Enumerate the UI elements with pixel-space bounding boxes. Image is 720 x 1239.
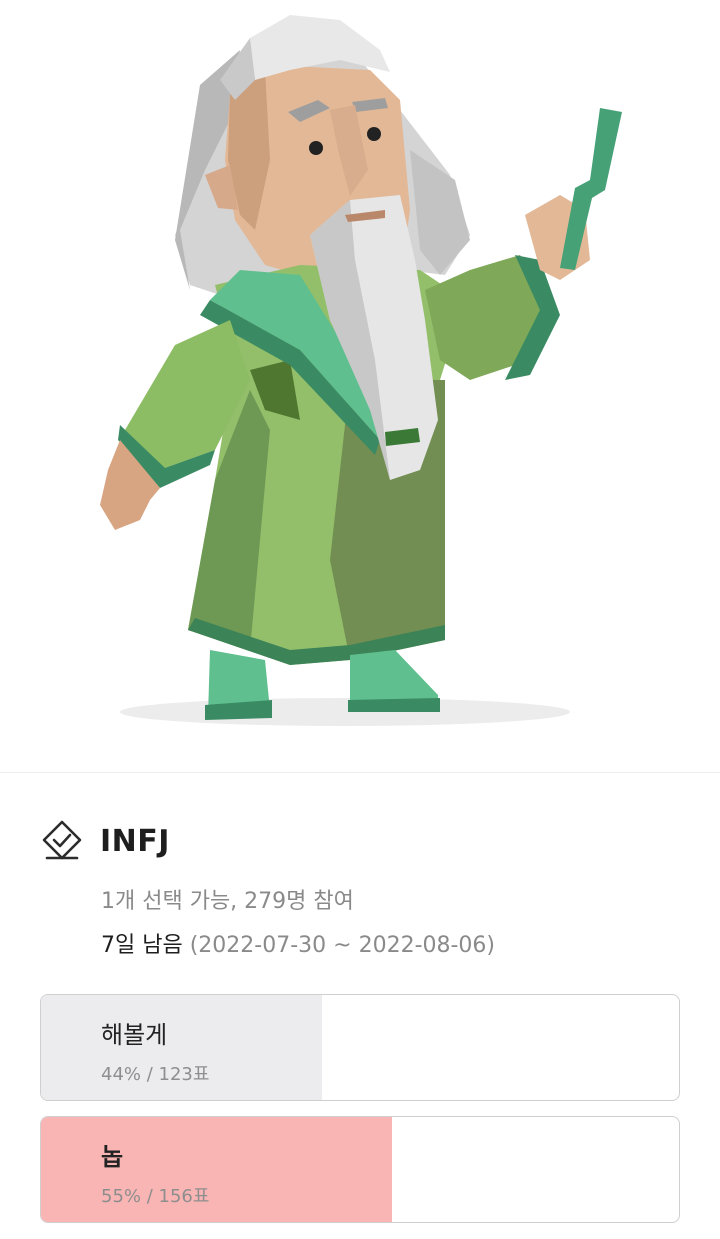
poll-period: (2022-07-30 ~ 2022-08-06) <box>189 933 496 958</box>
option-result: 44% / 123표 <box>101 1064 210 1085</box>
poll-deadline: 7일 남음 (2022-07-30 ~ 2022-08-06) <box>101 927 495 959</box>
poll-option[interactable]: 놉 55% / 156표 <box>40 1116 680 1223</box>
option-label: 해볼게 <box>101 1021 168 1049</box>
poll-title: INFJ <box>100 823 170 859</box>
poll-option[interactable]: 해볼게 44% / 123표 <box>40 994 680 1101</box>
option-label: 놉 <box>101 1143 124 1171</box>
option-progress-fill <box>41 1117 392 1222</box>
wizard-illustration <box>100 15 622 726</box>
checkbox-diamond-icon <box>42 820 82 860</box>
poll-remaining: 7일 남음 <box>101 933 183 958</box>
poll-header: INFJ <box>38 817 170 865</box>
option-result: 55% / 156표 <box>101 1186 210 1207</box>
poll-meta: 1개 선택 가능, 279명 참여 <box>101 889 354 914</box>
hero-illustration <box>0 0 720 772</box>
poll-card: INFJ 1개 선택 가능, 279명 참여 7일 남음 (2022-07-30… <box>0 773 720 1239</box>
